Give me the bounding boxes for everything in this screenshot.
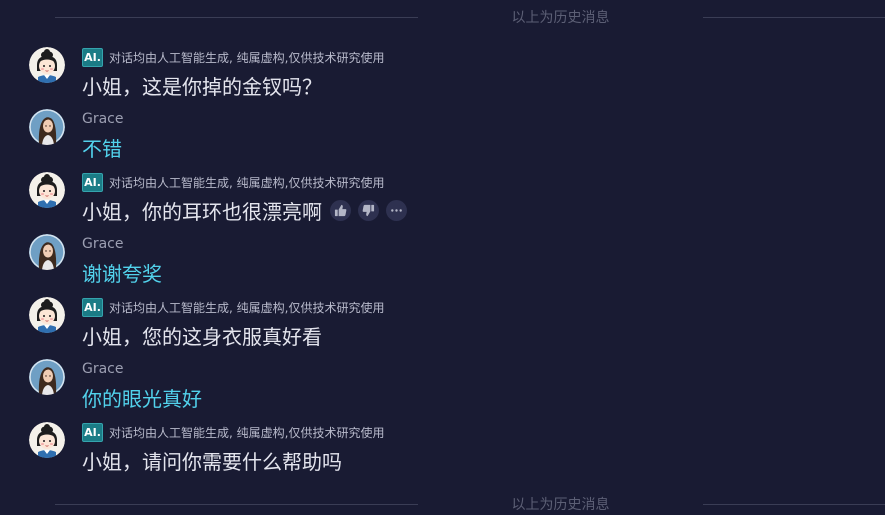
history-divider-text: 以上为历史消息 [511,10,610,26]
bot-message: AI. 对话均由人工智能生成, 纯属虚构,仅供技术研究使用 小姐，请问你需要什么… [0,422,885,482]
more-icon[interactable] [386,199,407,221]
ai-badge: AI. [82,172,103,192]
message-text: 不错 [82,136,122,161]
user-avatar[interactable] [29,359,65,395]
bot-avatar[interactable] [29,422,65,458]
message-text: 小姐，你的耳环也很漂亮啊 [82,199,322,224]
bot-avatar[interactable] [29,297,65,333]
message-text: 小姐，这是你掉的金钗吗？ [82,74,322,99]
bot-avatar[interactable] [29,172,65,208]
ai-badge: AI. [82,422,103,442]
ai-badge: AI. [82,297,103,317]
bot-message: AI. 对话均由人工智能生成, 纯属虚构,仅供技术研究使用 小姐，您的这身衣服真… [0,297,885,357]
user-message: Grace 不错 [0,109,885,169]
thumbs-up-icon[interactable] [330,199,351,221]
ai-meta: AI. 对话均由人工智能生成, 纯属虚构,仅供技术研究使用 [82,297,384,317]
user-avatar[interactable] [29,234,65,270]
ai-disclaimer: 对话均由人工智能生成, 纯属虚构,仅供技术研究使用 [109,175,385,190]
message-text: 谢谢夸奖 [82,261,162,286]
message-text: 小姐，请问你需要什么帮助吗 [82,449,342,474]
bot-message: AI. 对话均由人工智能生成, 纯属虚构,仅供技术研究使用 小姐，你的耳环也很漂… [0,172,885,232]
ai-meta: AI. 对话均由人工智能生成, 纯属虚构,仅供技术研究使用 [82,422,384,442]
bot-avatar[interactable] [29,47,65,83]
user-name: Grace [82,361,124,377]
ai-meta: AI. 对话均由人工智能生成, 纯属虚构,仅供技术研究使用 [82,47,384,67]
message-actions [330,199,414,221]
ai-badge: AI. [82,47,103,67]
divider-line [703,17,885,18]
thumbs-down-icon[interactable] [358,199,379,221]
user-name: Grace [82,111,124,127]
history-divider-top: 以上为历史消息 [0,8,885,28]
user-message: Grace 谢谢夸奖 [0,234,885,294]
divider-line [55,504,418,505]
bot-message: AI. 对话均由人工智能生成, 纯属虚构,仅供技术研究使用 小姐，这是你掉的金钗… [0,47,885,107]
user-message: Grace 你的眼光真好 [0,359,885,419]
message-text: 你的眼光真好 [82,386,202,411]
divider-line [703,504,885,505]
divider-line [55,17,418,18]
user-name: Grace [82,236,124,252]
ai-disclaimer: 对话均由人工智能生成, 纯属虚构,仅供技术研究使用 [109,50,385,65]
history-divider-bottom: 以上为历史消息 [0,495,885,515]
history-divider-text: 以上为历史消息 [511,497,610,513]
ai-disclaimer: 对话均由人工智能生成, 纯属虚构,仅供技术研究使用 [109,300,385,315]
message-text: 小姐，您的这身衣服真好看 [82,324,322,349]
user-avatar[interactable] [29,109,65,145]
ai-meta: AI. 对话均由人工智能生成, 纯属虚构,仅供技术研究使用 [82,172,384,192]
ai-disclaimer: 对话均由人工智能生成, 纯属虚构,仅供技术研究使用 [109,425,385,440]
